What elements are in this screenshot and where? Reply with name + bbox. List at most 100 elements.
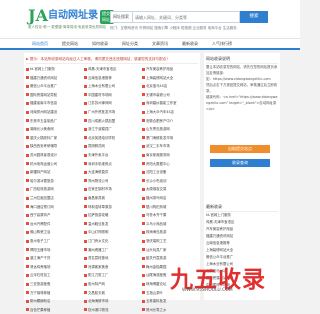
nav-home[interactable]: 网站首页 [32,39,48,49]
site-link[interactable]: 肇庆端砚工艺 [142,237,199,245]
site-link[interactable]: 佛山陶瓷卫浴 [26,228,83,236]
site-link[interactable]: 义乌小商品城 [142,220,199,228]
site-link[interactable]: 文昌航天城 [84,289,141,297]
site-link[interactable]: 广州外贸批发市场 [84,108,141,116]
site-link[interactable]: 潮州瓷器工厂 [84,246,141,254]
site-link[interactable]: 云浮石材加工 [26,271,83,279]
site-link[interactable]: 江苏苏州律师网 [84,99,141,107]
site-link[interactable]: 鸡蛋-天津市宝坻区 [84,65,141,73]
site-link[interactable]: 微信公众平台推广 [26,82,83,90]
site-link[interactable]: 贺州长寿之乡 [142,306,199,314]
site-link[interactable]: 云南信息港推荐 [84,74,141,82]
site-link[interactable]: 南昌家具城 [84,194,141,202]
site-link[interactable]: 郑州物流公司 [84,177,141,185]
site-link[interactable]: 茂名荔枝基地 [84,254,141,262]
site-link[interactable]: 重庆火锅底料厂家 [26,134,83,142]
site-link[interactable]: 上海大众汽车4S店 [142,108,199,116]
site-link[interactable]: 珠海海岛旅游 [142,228,199,236]
site-link[interactable]: 广西桂林旅游网 [26,185,83,193]
site-link[interactable]: 汕头玩具厂家 [142,246,199,254]
nav-category[interactable]: 网址分类 [122,39,138,49]
site-link[interactable]: 西宁高原特产 [26,211,83,219]
site-link[interactable]: 河源客家美食 [84,263,141,271]
site-link[interactable]: 昆明鲜花网 [84,142,141,150]
site-logo[interactable]: JA 自动网址录 提交网址 更人性化·唯一·更便捷·简单易用·免费收录优质网站 [28,8,114,32]
site-link[interactable]: 哈尔滨冰雪旅游 [26,177,83,185]
site-link[interactable]: 武汉二手车市场 [142,142,199,150]
site-link[interactable]: 陕西西安考研辅导 [26,142,83,150]
nav-submit[interactable]: 提交网站 [62,39,78,49]
latest-item[interactable]: 福建万通资讯网站 [206,233,278,240]
site-link[interactable]: kt-官网上门服务 [26,65,83,73]
latest-item[interactable]: 鸡蛋-天津市宝坻区 [206,219,278,226]
site-link[interactable]: 呼和浩特草原游 [84,203,141,211]
site-link[interactable]: 儋州特产网 [84,280,141,288]
site-link[interactable]: 阳江刀剪工厂 [84,271,141,279]
site-link[interactable]: 沈阳工业设备 [142,168,199,176]
site-link[interactable]: 玉林香料批发 [142,297,199,305]
site-link[interactable]: 浙江宁波模具厂 [84,125,141,133]
site-link[interactable]: 北京宝马4S店 [142,82,199,90]
site-link[interactable]: 钦州港口物流 [84,306,141,314]
site-link[interactable]: 大连海鲜直供 [84,168,141,176]
site-link[interactable]: 国际贸易网站导航 [26,91,83,99]
search-input[interactable] [133,12,241,22]
site-link[interactable]: 福建省南平市信息 [26,99,83,107]
site-link[interactable]: 银川枸杞商城 [142,203,199,211]
site-link[interactable]: 清远鸡养殖场 [26,263,83,271]
site-link[interactable]: 长沙小吃培训 [142,177,199,185]
query-button[interactable]: 收录查询 [210,159,270,167]
site-link[interactable]: 百色芒果种植 [26,306,83,314]
site-link[interactable]: 四川成都火锅加盟 [84,117,141,125]
site-link[interactable]: 北海海鲜市场 [84,297,141,305]
site-link[interactable]: 福州茶叶网店 [142,194,199,202]
site-link[interactable]: 揭阳玉器市场 [26,246,83,254]
latest-item[interactable]: 云南信息港推荐 [206,240,278,247]
site-link[interactable]: 福建万通资讯网站 [26,74,83,82]
site-link[interactable]: 石家庄钢材市场 [84,185,141,193]
site-link[interactable]: 湖南长沙美食网 [26,125,83,133]
site-link[interactable]: 兰州拉面加盟店 [26,194,83,202]
site-link[interactable]: 杭州电商运营公司 [26,160,83,168]
site-link[interactable]: 新疆特产网站 [26,168,83,176]
site-link[interactable]: 三亚旅游度假 [26,280,83,288]
site-link[interactable]: 汽车美容养护用品 [142,65,199,73]
nav-latest[interactable]: 最新收录 [182,39,198,49]
nav-ranking[interactable]: 人气排行榜 [212,39,232,49]
site-link[interactable]: 厦门海鲜批发市场 [142,134,199,142]
submit-site-button[interactable]: 自助提交站点 [210,145,270,153]
site-link[interactable]: 中国建材市场网 [84,91,141,99]
site-link[interactable]: 乌鲁木齐干果 [142,211,199,219]
site-link[interactable]: 河南郑州网站建设 [26,108,83,116]
site-link[interactable]: 江门侨乡文化 [84,237,141,245]
site-link[interactable]: 北京英语培训学校 [84,134,141,142]
site-link[interactable]: 深圳婚纱摄影工作室 [142,99,199,107]
site-link[interactable]: 苏州园林景观设计 [26,151,83,159]
latest-item[interactable]: kt-官网上门服务 [206,212,278,219]
site-link[interactable]: 天津外卖平台 [84,151,141,159]
nav-articles[interactable]: 文章资讯 [152,39,168,49]
site-link[interactable]: 太原煤炭交易 [142,185,199,193]
latest-item[interactable]: 上海装修网站大全 [206,247,278,254]
site-link[interactable]: 贵阳大数据中心 [142,160,199,168]
site-link[interactable]: 上海木业有限公司 [84,82,141,90]
site-link[interactable]: 山东青岛旅游网 [142,125,199,133]
site-link[interactable]: 惠州电子工厂 [26,237,83,245]
site-link[interactable]: 万宁咖啡种植 [26,289,83,297]
latest-item[interactable]: 汽车美容养护用品 [206,226,278,233]
search-type-select[interactable]: 网址搜索 [111,12,133,22]
site-link[interactable]: 湛江海产干货 [26,254,83,262]
nav-howto[interactable]: 如何收录 [92,39,108,49]
site-link[interactable]: 南京家政服务网 [142,151,199,159]
site-link[interactable]: 柳州螺蛳粉店 [26,297,83,305]
site-link[interactable]: 台州汽摩配件 [26,220,83,228]
site-link[interactable]: 安徽合肥房产中介 [142,117,199,125]
site-link[interactable]: 中山灯饰照明 [84,228,141,236]
site-link[interactable]: 深圳手机维修点 [84,160,141,168]
site-link[interactable]: 东莞市五金制品厂 [26,117,83,125]
site-link[interactable]: 温州鞋业批发 [84,220,141,228]
site-link[interactable]: 海口酒店预订网 [26,203,83,211]
site-link[interactable]: 上海装修网站大全 [142,74,199,82]
site-link[interactable]: 无锡市装修公司 [142,91,199,99]
search-button[interactable]: 搜索 [240,11,268,23]
